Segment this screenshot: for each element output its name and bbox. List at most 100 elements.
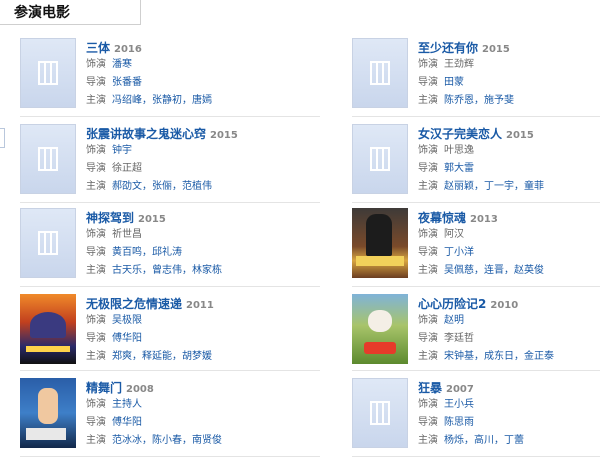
role-name: 阿汉 xyxy=(444,229,464,240)
role-row: 饰演 潘寒 xyxy=(86,56,270,74)
cast-row: 主演 冯绍峰，张静初，唐嫣 xyxy=(86,92,270,110)
film-info: 三体 2016 饰演 潘寒 导演 张番番 主演 冯绍峰，张静初，唐嫣 xyxy=(86,38,270,110)
poster-placeholder-icon[interactable] xyxy=(352,38,408,108)
role-row: 饰演 吴极限 xyxy=(86,312,270,330)
cast-member-link[interactable]: 张俪 xyxy=(152,181,172,192)
role-name[interactable]: 王小兵 xyxy=(444,399,474,410)
film-poster[interactable] xyxy=(20,294,76,364)
cast-separator: ， xyxy=(474,95,484,106)
role-name[interactable]: 钟宇 xyxy=(112,145,132,156)
director-name[interactable]: 陈思雨 xyxy=(444,417,474,428)
role-name[interactable]: 吴极限 xyxy=(112,315,142,326)
poster-placeholder-icon[interactable] xyxy=(20,38,76,108)
director-row: 导演 傅华阳 xyxy=(86,330,270,348)
director-separator: ， xyxy=(142,247,152,258)
film-title-link[interactable]: 心心历险记2 xyxy=(418,297,486,311)
cast-member-link[interactable]: 赵丽颖 xyxy=(444,181,474,192)
cast-member-link[interactable]: 赵英俊 xyxy=(514,265,544,276)
film-title-link[interactable]: 至少还有你 xyxy=(418,41,478,55)
cast-member-link[interactable]: 吴佩慈 xyxy=(444,265,474,276)
role-name[interactable]: 主持人 xyxy=(112,399,142,410)
role-label: 饰演 xyxy=(418,315,438,326)
cast-separator: ， xyxy=(142,435,152,446)
film-info: 精舞门 2008 饰演 主持人 导演 傅华阳 主演 范冰冰，陈小春，南贤俊 xyxy=(86,378,270,450)
film-title-link[interactable]: 无极限之危情速递 xyxy=(86,297,182,311)
film-poster[interactable] xyxy=(20,378,76,448)
cast-member-link[interactable]: 范冰冰 xyxy=(112,435,142,446)
cast-member-link[interactable]: 连晋 xyxy=(484,265,504,276)
role-row: 饰演 阿汉 xyxy=(418,226,600,244)
director-row: 导演 丁小洋 xyxy=(418,244,600,262)
film-title-link[interactable]: 精舞门 xyxy=(86,381,122,395)
cast-member-link[interactable]: 郑爽 xyxy=(112,351,132,362)
film-card: 张震讲故事之鬼迷心窍 2015 饰演 钟宇 导演 徐正超 主演 郝劭文，张俪，范植伟 xyxy=(20,124,270,208)
row-divider xyxy=(20,456,320,457)
poster-placeholder-icon[interactable] xyxy=(352,124,408,194)
cast-member-link[interactable]: 释延能 xyxy=(142,351,172,362)
cast-member-link[interactable]: 林家栋 xyxy=(192,265,222,276)
director-name[interactable]: 丁小洋 xyxy=(444,247,474,258)
cast-member-link[interactable]: 施予斐 xyxy=(484,95,514,106)
cast-member-link[interactable]: 张静初 xyxy=(152,95,182,106)
cast-member-link[interactable]: 丁一宇 xyxy=(484,181,514,192)
cast-member-link[interactable]: 宋钟基 xyxy=(444,351,474,362)
director-row: 导演 徐正超 xyxy=(86,160,270,178)
cast-label: 主演 xyxy=(86,351,106,362)
title-row: 神探驾到 2015 xyxy=(86,208,270,226)
director-label: 导演 xyxy=(86,163,106,174)
film-title-link[interactable]: 张震讲故事之鬼迷心窍 xyxy=(86,127,206,141)
role-name[interactable]: 赵明 xyxy=(444,315,464,326)
film-title-link[interactable]: 女汉子完美恋人 xyxy=(418,127,502,141)
director-name[interactable]: 郭大雷 xyxy=(444,163,474,174)
director-name[interactable]: 田蒙 xyxy=(444,77,464,88)
cast-member-link[interactable]: 范植伟 xyxy=(182,181,212,192)
film-card: 心心历险记2 2010 饰演 赵明 导演 李廷哲 主演 宋钟基，成东日，金正泰 xyxy=(352,294,600,378)
director-name[interactable]: 傅华阳 xyxy=(112,333,142,344)
role-name[interactable]: 潘寒 xyxy=(112,59,132,70)
row-divider xyxy=(20,202,320,203)
film-title-link[interactable]: 神探驾到 xyxy=(86,211,134,225)
cast-member-link[interactable]: 陈乔恩 xyxy=(444,95,474,106)
film-poster[interactable] xyxy=(352,208,408,278)
film-title-link[interactable]: 夜幕惊魂 xyxy=(418,211,466,225)
film-card: 三体 2016 饰演 潘寒 导演 张番番 主演 冯绍峰，张静初，唐嫣 xyxy=(20,38,270,122)
film-title-link[interactable]: 狂暴 xyxy=(418,381,442,395)
film-year: 2010 xyxy=(490,300,519,311)
director-name[interactable]: 傅华阳 xyxy=(112,417,142,428)
role-label: 饰演 xyxy=(418,229,438,240)
poster-placeholder-icon[interactable] xyxy=(20,124,76,194)
cast-member-link[interactable]: 冯绍峰 xyxy=(112,95,142,106)
cast-member-link[interactable]: 童菲 xyxy=(524,181,544,192)
cast-member-link[interactable]: 高川 xyxy=(474,435,494,446)
director-name[interactable]: 黄百鸣 xyxy=(112,247,142,258)
cast-member-link[interactable]: 郝劭文 xyxy=(112,181,142,192)
cast-member-link[interactable]: 胡梦媛 xyxy=(182,351,212,362)
role-label: 饰演 xyxy=(418,145,438,156)
cast-label: 主演 xyxy=(86,265,106,276)
film-title-link[interactable]: 三体 xyxy=(86,41,110,55)
cast-member-link[interactable]: 成东日 xyxy=(484,351,514,362)
director-label: 导演 xyxy=(86,77,106,88)
cast-member-link[interactable]: 南贤俊 xyxy=(192,435,222,446)
title-divider xyxy=(140,0,141,24)
director-name[interactable]: 张番番 xyxy=(112,77,142,88)
director-name[interactable]: 邱礼涛 xyxy=(152,247,182,258)
film-poster[interactable] xyxy=(352,294,408,364)
film-info: 至少还有你 2015 饰演 王劲辉 导演 田蒙 主演 陈乔恩，施予斐 xyxy=(418,38,600,110)
cast-label: 主演 xyxy=(86,95,106,106)
row-divider xyxy=(352,286,600,287)
poster-placeholder-icon[interactable] xyxy=(352,378,408,448)
cast-member-link[interactable]: 唐嫣 xyxy=(192,95,212,106)
director-row: 导演 傅华阳 xyxy=(86,414,270,432)
cast-member-link[interactable]: 杨烁 xyxy=(444,435,464,446)
cast-member-link[interactable]: 曾志伟 xyxy=(152,265,182,276)
poster-placeholder-icon[interactable] xyxy=(20,208,76,278)
film-info: 夜幕惊魂 2013 饰演 阿汉 导演 丁小洋 主演 吴佩慈，连晋，赵英俊 xyxy=(418,208,600,280)
cast-member-link[interactable]: 丁蕾 xyxy=(504,435,524,446)
cast-member-link[interactable]: 陈小春 xyxy=(152,435,182,446)
cast-member-link[interactable]: 古天乐 xyxy=(112,265,142,276)
director-row: 导演 田蒙 xyxy=(418,74,600,92)
cast-member-link[interactable]: 金正泰 xyxy=(524,351,554,362)
cast-separator: ， xyxy=(474,265,484,276)
row-divider xyxy=(352,116,600,117)
